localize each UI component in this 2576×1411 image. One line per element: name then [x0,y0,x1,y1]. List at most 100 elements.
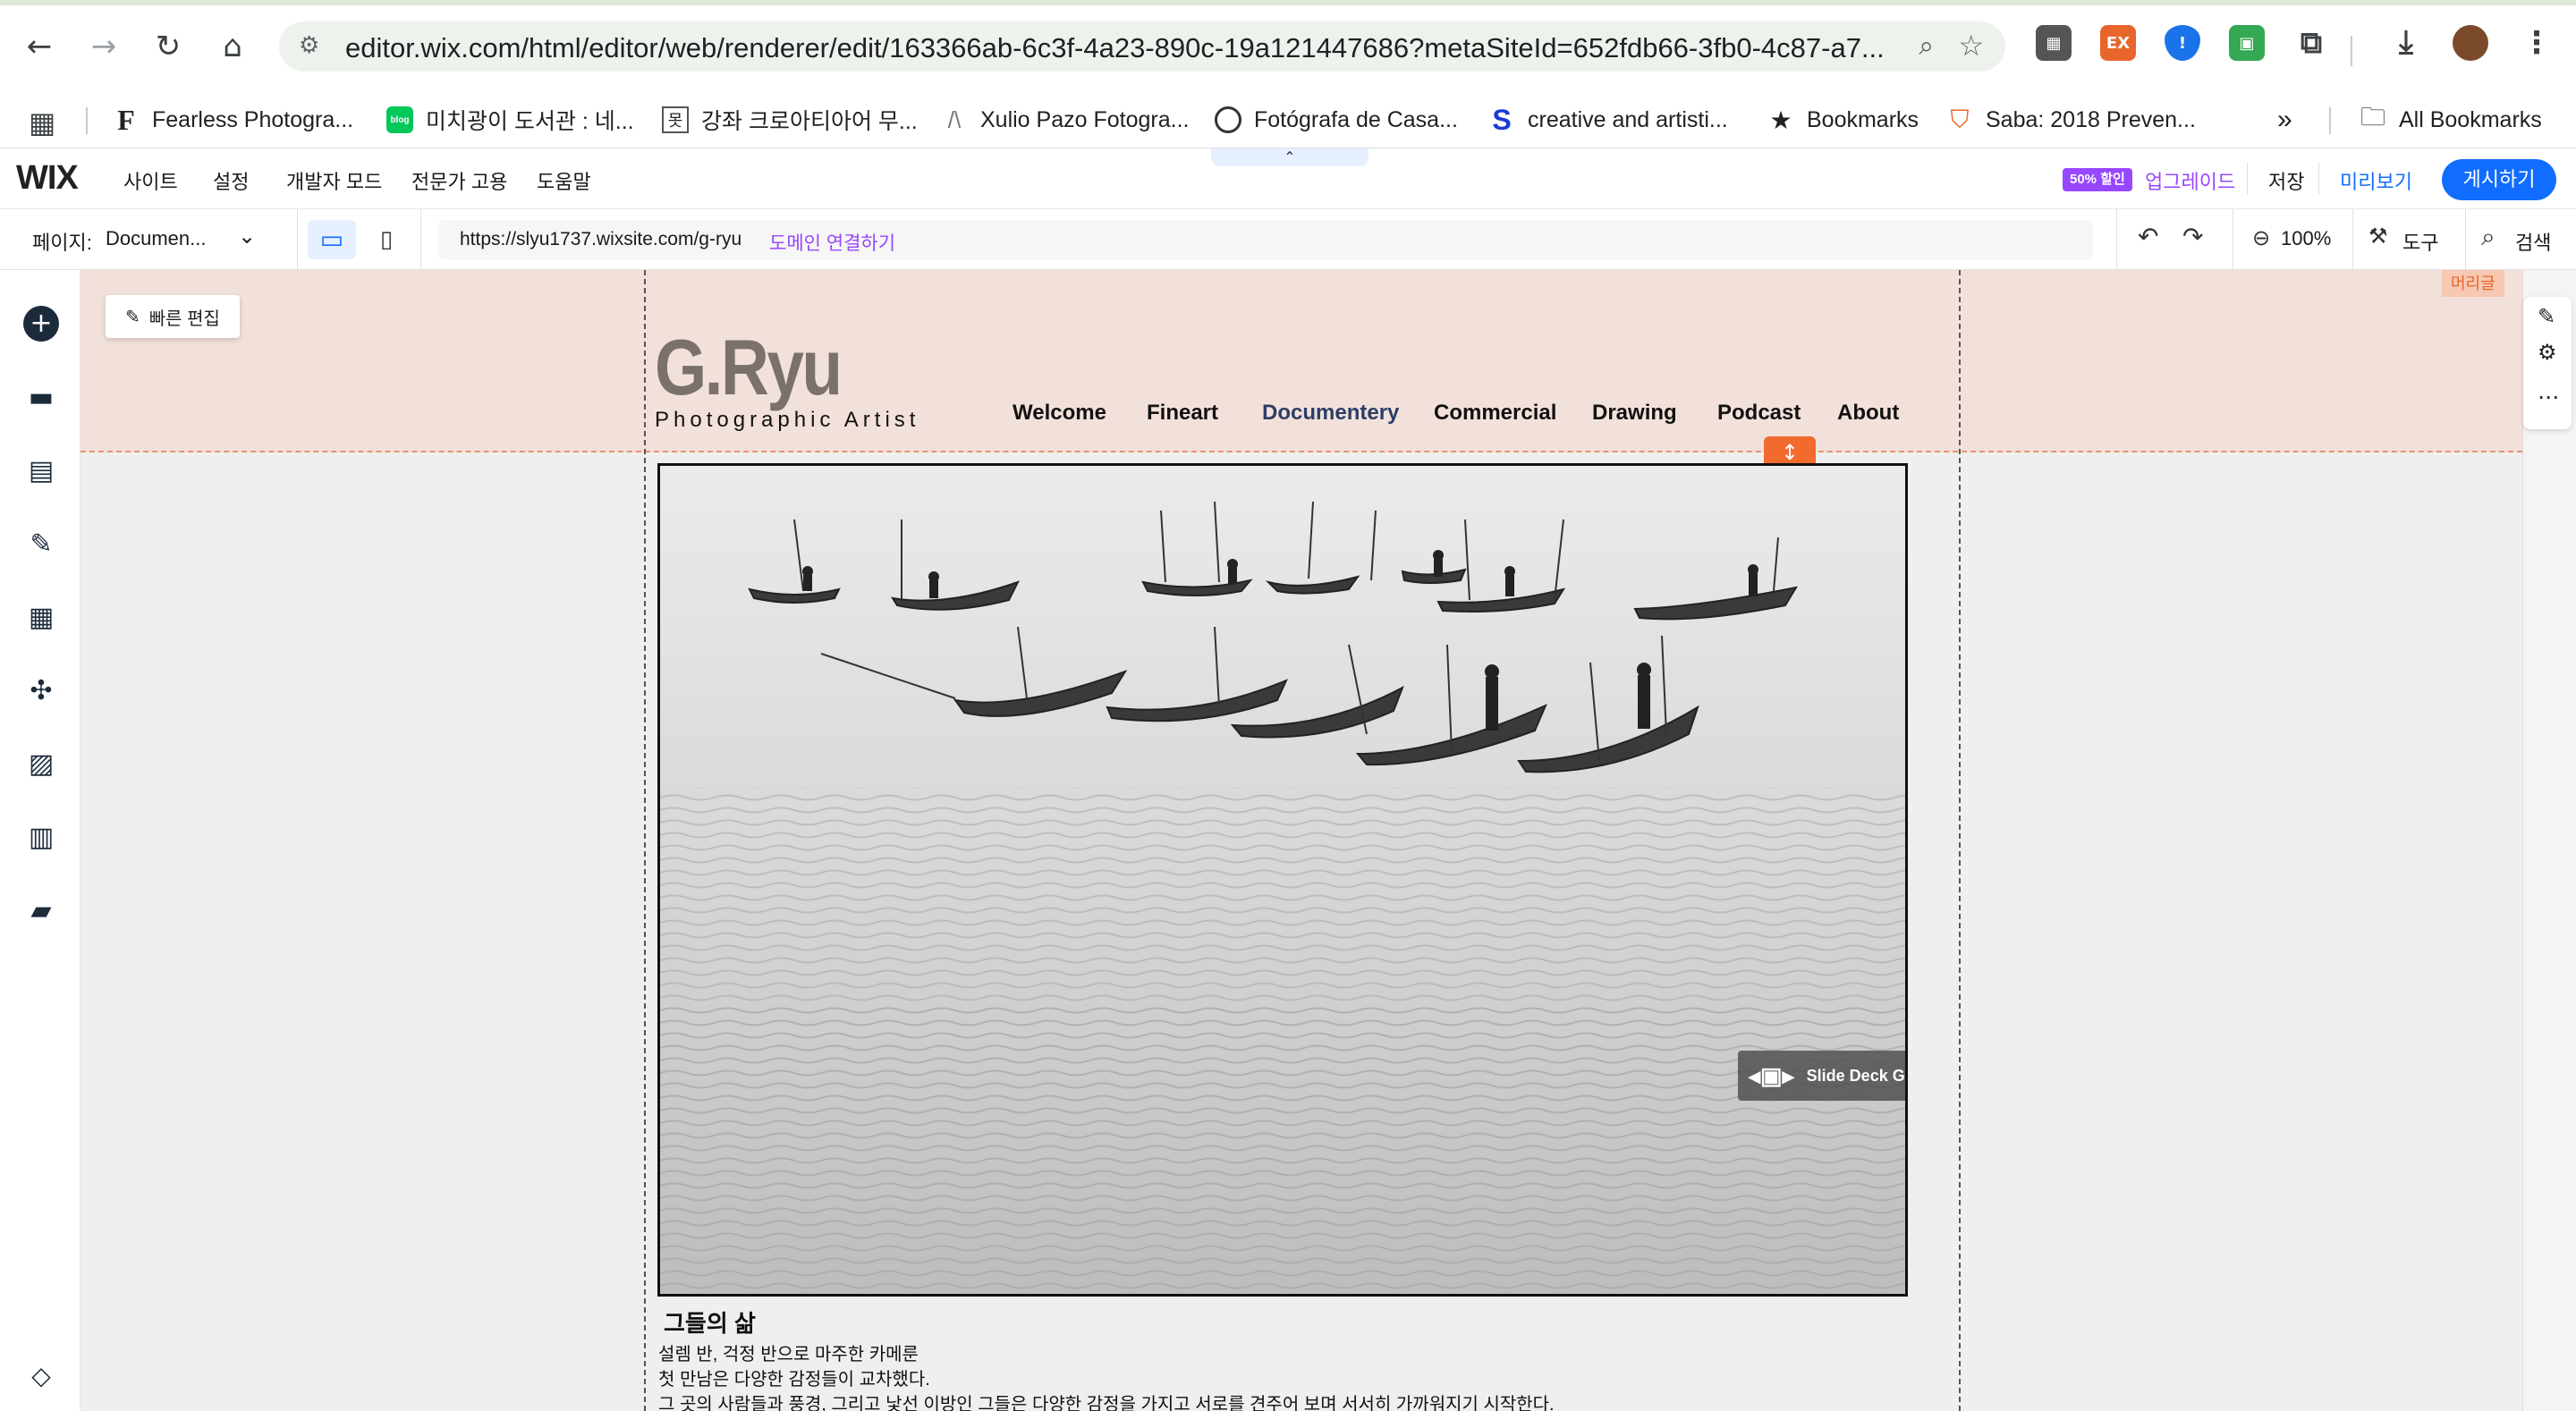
wix-logo[interactable]: WIX [16,159,79,198]
bookmarks-bar: ▦ F Fearless Photogra... blog 미치광이 도서관 : 네… [0,91,2576,148]
url-text[interactable]: editor.wix.com/html/editor/web/renderer/… [345,32,1885,64]
reload-icon[interactable]: ↻ [143,21,193,72]
nav-about[interactable]: About [1837,401,1899,426]
tools-button[interactable]: 도구 [2402,227,2438,256]
menu-hire-expert[interactable]: 전문가 고용 [411,166,507,195]
bookmark-item[interactable]: blog 미치광이 도서관 : 네... [386,100,634,139]
zoom-icon[interactable]: ⌕ [1919,30,1934,62]
mobile-view-icon[interactable]: ▯ [369,220,404,259]
connect-domain-link[interactable]: 도메인 연결하기 [769,229,895,256]
slide-deck-gallery[interactable]: ◂▣▸ Slide Deck Gallery [657,463,1908,1297]
xp-icon: /\ [947,106,962,133]
media-icon[interactable]: ▨ [23,746,59,782]
nav-drawing[interactable]: Drawing [1592,401,1677,426]
add-elements-icon[interactable]: + [23,306,59,342]
site-tagline[interactable]: Photographic Artist [655,408,919,433]
home-icon[interactable]: ⌂ [208,21,258,72]
gallery-type-badge[interactable]: ◂▣▸ Slide Deck Gallery [1738,1051,1905,1101]
publish-button[interactable]: 게시하기 [2442,159,2556,200]
cms-icon[interactable]: ▥ [23,819,59,855]
site-info-icon[interactable]: ⚙ [299,32,319,59]
edit-icon[interactable]: ✎ [2538,304,2555,329]
header-tag[interactable]: 머리글 [2442,270,2504,297]
nav-podcast[interactable]: Podcast [1717,401,1801,426]
bookmark-label: Fearless Photogra... [152,106,354,132]
nav-welcome[interactable]: Welcome [1013,401,1106,426]
header-actions-panel: ✎ ⚙ ⋯ [2523,297,2572,429]
menu-settings[interactable]: 설정 [213,166,249,195]
star-icon: ★ [1769,106,1792,134]
theme-icon[interactable]: ✎ [23,526,59,562]
avatar[interactable] [2453,25,2488,61]
download-icon[interactable]: ⤓ [2388,24,2424,61]
bookmark-item[interactable]: ⛉ Saba: 2018 Preven... [1946,100,2195,139]
nav-documentery[interactable]: Documentery [1262,401,1399,426]
zoom-level[interactable]: 100% [2281,227,2331,250]
zoom-out-icon[interactable]: ⊖ [2252,225,2270,250]
bookmarks-divider [86,107,88,134]
forward-icon[interactable]: → [79,21,129,72]
apps-icon[interactable]: ▦ [23,599,59,635]
bookmark-item[interactable]: 못 강좌 크로아티아어 무... [662,100,918,139]
apps-grid-icon[interactable]: ▦ [29,106,55,139]
portfolio-icon[interactable]: ▰ [23,892,59,928]
divider [2465,209,2466,270]
upgrade-button[interactable]: 업그레이드 [2145,166,2235,195]
nav-fineart[interactable]: Fineart [1147,401,1218,426]
menu-help[interactable]: 도움말 [537,166,591,195]
bookmark-item[interactable]: /\ Xulio Pazo Fotogra... [941,100,1190,139]
more-vert-icon[interactable]: ⋮ [2519,25,2555,61]
chevron-down-icon[interactable]: ⌄ [238,224,256,249]
address-bar[interactable]: ⚙ editor.wix.com/html/editor/web/rendere… [279,21,2005,72]
nav-commercial[interactable]: Commercial [1434,401,1556,426]
bookmark-item[interactable]: ◎ Fotógrafa de Casa... [1215,100,1458,139]
site-header[interactable]: ✎ 빠른 편집 머리글 G.Ryu Photographic Artist We… [80,270,2522,469]
settings-gear-icon[interactable]: ⚙ [2538,340,2557,365]
bookmark-label: creative and artisti... [1528,106,1728,132]
puzzle-icon[interactable]: ⧉ [2293,25,2329,61]
more-horiz-icon[interactable]: ⋯ [2538,384,2559,410]
bookmark-label: 미치광이 도서관 : 네... [426,109,634,134]
bookmark-item[interactable]: Screative and artisti... [1488,100,1728,139]
password-manager-icon[interactable]: ! [2165,25,2200,61]
bookmark-item[interactable]: F Fearless Photogra... [113,100,353,139]
divider [2116,209,2117,270]
bookmark-star-icon[interactable]: ☆ [1958,29,1984,63]
menu-site[interactable]: 사이트 [123,166,178,195]
bookmark-label: 강좌 크로아티아어 무... [701,109,918,134]
site-logo[interactable]: G.Ryu [655,322,843,413]
window-top-strip [0,0,2576,5]
collapse-toolbar-chevron-icon[interactable]: ⌃ [1211,148,1368,166]
back-icon[interactable]: ← [14,21,64,72]
sections-icon[interactable]: ▬ [23,379,59,415]
preview-button[interactable]: 미리보기 [2340,166,2412,195]
tools-icon[interactable]: ⚒ [2368,224,2388,249]
caption-line[interactable]: 설렘 반, 걱정 반으로 마주한 카메룬 [658,1339,919,1365]
caption-line[interactable]: 그 곳의 사람들과 풍경, 그리고 낯선 이방인 그들은 다양한 감정을 가지고… [658,1390,1555,1411]
page-selector[interactable]: Documen... [106,227,207,250]
caption-line[interactable]: 첫 만남은 다양한 감정들이 교차했다. [658,1365,930,1390]
desktop-view-icon[interactable]: ▭ [308,220,356,259]
bookmarks-overflow[interactable]: » [2277,100,2292,139]
ex-extension-icon[interactable]: EX [2100,25,2136,61]
editor-canvas: ✎ 빠른 편집 머리글 G.Ryu Photographic Artist We… [80,270,2522,1411]
boats-photo [660,501,1905,1294]
business-apps-icon[interactable]: ✣ [23,672,59,708]
all-bookmarks[interactable]: 🗀 All Bookmarks [2360,100,2542,139]
undo-icon[interactable]: ↶ [2138,222,2158,251]
extension-green-icon[interactable]: ▣ [2229,25,2265,61]
quick-edit-button[interactable]: ✎ 빠른 편집 [106,295,240,338]
pages-icon[interactable]: ▤ [23,452,59,488]
site-url-field[interactable]: https://slyu1737.wixsite.com/g-ryu 도메인 연… [438,220,2093,259]
search-icon[interactable]: ⌕ [2481,222,2496,252]
divider [2247,163,2248,195]
redo-icon[interactable]: ↷ [2182,222,2203,251]
caption-title[interactable]: 그들의 삶 [664,1305,756,1339]
bookmark-item[interactable]: ★ Bookmarks [1767,100,1919,139]
extension-icon[interactable]: ▦ [2036,25,2072,61]
save-button[interactable]: 저장 [2268,166,2304,195]
wix-top-bar: WIX 사이트 설정 개발자 모드 전문가 고용 도움말 ⌃ 50% 할인 업그… [0,148,2576,209]
search-button[interactable]: 검색 [2515,227,2551,256]
menu-dev-mode[interactable]: 개발자 모드 [286,166,382,195]
layers-icon[interactable]: ◇ [23,1357,59,1393]
